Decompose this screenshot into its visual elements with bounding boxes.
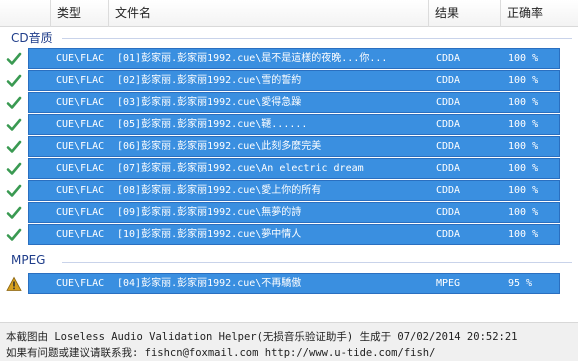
row-result-cell: CDDA [436, 185, 461, 196]
row-result-cell: CDDA [436, 141, 461, 152]
row-accuracy-cell: 100 % [508, 119, 539, 130]
row-accuracy-cell: 100 % [508, 75, 539, 86]
row-filename-cell: [09]彭家丽.彭家丽1992.cue\無夢的詩 [117, 207, 302, 218]
check-icon [6, 228, 22, 241]
check-icon [6, 184, 22, 197]
row-type-cell: CUE\FLAC [56, 97, 105, 108]
column-header-result[interactable]: 结果 [428, 0, 500, 27]
table-row[interactable]: CUE\FLAC [09]彭家丽.彭家丽1992.cue\無夢的詩 CDDA 100 … [0, 202, 578, 224]
check-icon [6, 74, 22, 87]
table-row[interactable]: CUE\FLAC [04]彭家丽.彭家丽1992.cue\不再驕傲 MPEG 95 % [0, 273, 578, 295]
status-footer: 本截图由 Loseless Audio Validation Helper(无损… [0, 322, 578, 361]
check-icon [6, 206, 22, 219]
footer-contact-line: 如果有问题或建议请联系我: fishcn@foxmail.com http://… [6, 347, 436, 359]
check-icon [6, 52, 22, 65]
check-icon [6, 162, 22, 175]
table-row[interactable]: CUE\FLAC [02]彭家丽.彭家丽1992.cue\雪的誓約 CDDA 100 … [0, 70, 578, 92]
row-type-cell: CUE\FLAC [56, 229, 105, 240]
row-type-cell: CUE\FLAC [56, 207, 105, 218]
row-result-cell: CDDA [436, 53, 461, 64]
table-row[interactable]: CUE\FLAC [05]彭家丽.彭家丽1992.cue\韆...... CDDA 1… [0, 114, 578, 136]
column-header-accuracy[interactable]: 正确率 [500, 0, 578, 27]
column-header-type[interactable]: 类型 [50, 0, 108, 27]
group-divider [62, 262, 572, 263]
row-filename-cell: [08]彭家丽.彭家丽1992.cue\愛上你的所有 [117, 185, 322, 196]
row-filename-cell: [03]彭家丽.彭家丽1992.cue\愛得急躁 [117, 97, 302, 108]
row-accuracy-cell: 100 % [508, 229, 539, 240]
footer-generated-line: 本截图由 Loseless Audio Validation Helper(无损… [6, 331, 518, 343]
row-accuracy-cell: 100 % [508, 141, 539, 152]
check-icon [6, 118, 22, 131]
row-accuracy-cell: 100 % [508, 163, 539, 174]
row-filename-cell: [10]彭家丽.彭家丽1992.cue\夢中情人 [117, 229, 302, 240]
row-filename-cell: [01]彭家丽.彭家丽1992.cue\是不是這樣的夜晚...你... [117, 53, 388, 64]
check-icon [6, 96, 22, 109]
group-header[interactable]: MPEG [0, 252, 578, 272]
row-type-cell: CUE\FLAC [56, 75, 105, 86]
table-row[interactable]: CUE\FLAC [07]彭家丽.彭家丽1992.cue\An electric … [0, 158, 578, 180]
row-type-cell: CUE\FLAC [56, 53, 105, 64]
row-result-cell: CDDA [436, 119, 461, 130]
row-result-cell: CDDA [436, 75, 461, 86]
row-type-cell: CUE\FLAC [56, 119, 105, 130]
table-row[interactable]: CUE\FLAC [03]彭家丽.彭家丽1992.cue\愛得急躁 CDDA 100 … [0, 92, 578, 114]
row-filename-cell: [06]彭家丽.彭家丽1992.cue\此刻多麼完美 [117, 141, 322, 152]
check-icon [6, 140, 22, 153]
results-table: 类型 文件名 结果 正确率 CD音质 CUE\FLAC [01]彭家丽.彭家丽199… [0, 0, 578, 322]
group-header[interactable]: CD音质 [0, 28, 578, 48]
row-result-cell: CDDA [436, 163, 461, 174]
warning-icon [6, 276, 22, 291]
row-filename-cell: [04]彭家丽.彭家丽1992.cue\不再驕傲 [117, 278, 302, 289]
group-name: MPEG [11, 253, 46, 267]
row-filename-cell: [02]彭家丽.彭家丽1992.cue\雪的誓約 [117, 75, 302, 86]
row-type-cell: CUE\FLAC [56, 141, 105, 152]
column-header-filename[interactable]: 文件名 [108, 0, 428, 27]
row-result-cell: CDDA [436, 207, 461, 218]
table-row[interactable]: CUE\FLAC [10]彭家丽.彭家丽1992.cue\夢中情人 CDDA 100 … [0, 224, 578, 246]
row-result-cell: MPEG [436, 278, 461, 289]
row-filename-cell: [05]彭家丽.彭家丽1992.cue\韆...... [117, 119, 308, 130]
group-divider [62, 38, 572, 39]
row-result-cell: CDDA [436, 229, 461, 240]
table-header: 类型 文件名 结果 正确率 [0, 0, 578, 27]
row-type-cell: CUE\FLAC [56, 185, 105, 196]
row-accuracy-cell: 100 % [508, 97, 539, 108]
row-type-cell: CUE\FLAC [56, 163, 105, 174]
row-filename-cell: [07]彭家丽.彭家丽1992.cue\An electric dream [117, 163, 364, 174]
table-row[interactable]: CUE\FLAC [01]彭家丽.彭家丽1992.cue\是不是這樣的夜晚...你… [0, 48, 578, 70]
row-accuracy-cell: 100 % [508, 185, 539, 196]
group-name: CD音质 [11, 31, 53, 45]
row-accuracy-cell: 100 % [508, 207, 539, 218]
row-result-cell: CDDA [436, 97, 461, 108]
table-row[interactable]: CUE\FLAC [06]彭家丽.彭家丽1992.cue\此刻多麼完美 CDDA 10… [0, 136, 578, 158]
row-accuracy-cell: 100 % [508, 53, 539, 64]
row-type-cell: CUE\FLAC [56, 278, 105, 289]
row-accuracy-cell: 95 % [508, 278, 533, 289]
table-row[interactable]: CUE\FLAC [08]彭家丽.彭家丽1992.cue\愛上你的所有 CDDA 10… [0, 180, 578, 202]
